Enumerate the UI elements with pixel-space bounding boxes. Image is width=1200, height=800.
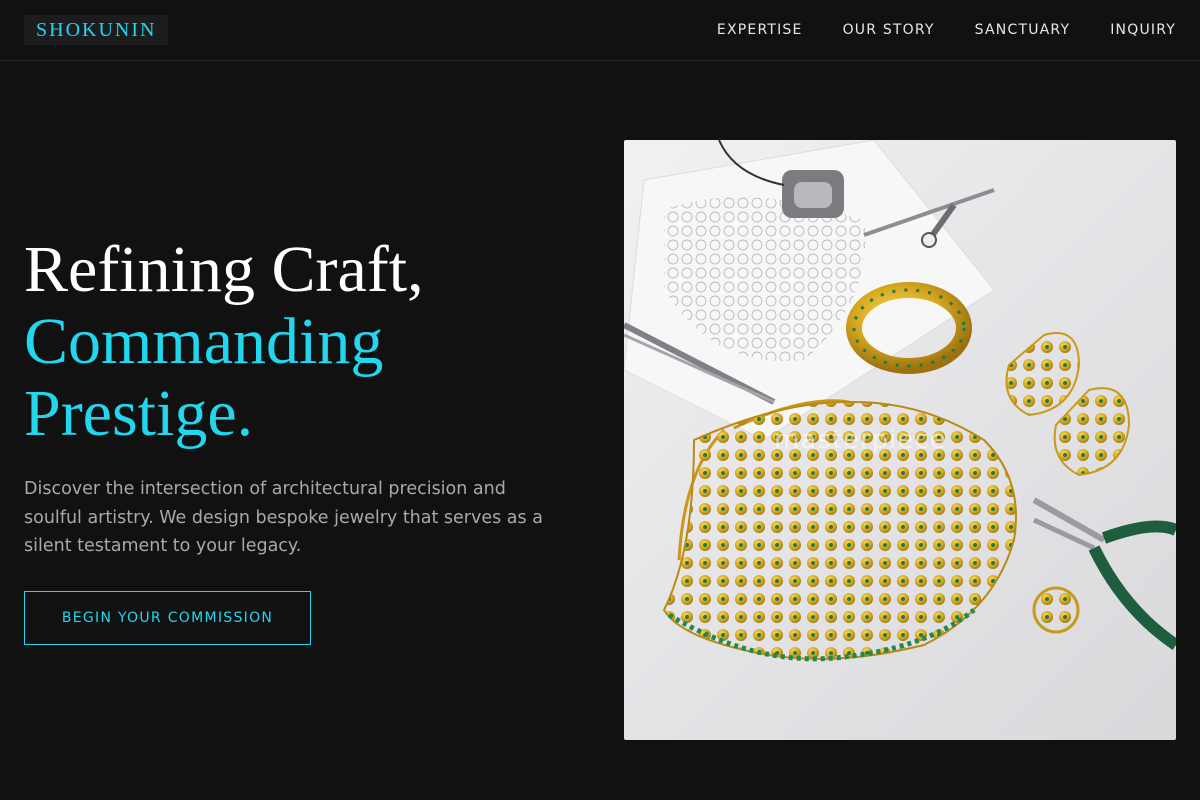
hero-title-line-2: Commanding Prestige.	[24, 305, 384, 450]
brand-logo[interactable]: SHOKUNIN	[24, 15, 169, 45]
begin-commission-button[interactable]: BEGIN YOUR COMMISSION	[24, 591, 311, 645]
site-header: SHOKUNIN EXPERTISE OUR STORY SANCTUARY I…	[0, 0, 1200, 61]
nav-link-inquiry[interactable]: INQUIRY	[1110, 22, 1176, 38]
hero-description: Discover the intersection of architectur…	[24, 479, 543, 556]
hero-title: Refining Craft, Commanding Prestige.	[24, 234, 584, 450]
nav-link-sanctuary[interactable]: SANCTUARY	[975, 22, 1071, 38]
image-watermark: masterpiece	[774, 425, 947, 455]
main-nav: EXPERTISE OUR STORY SANCTUARY INQUIRY	[717, 0, 1176, 60]
hero-title-line-1: Refining Craft,	[24, 233, 424, 306]
nav-link-our-story[interactable]: OUR STORY	[843, 22, 935, 38]
hero-jewelry-image: masterpiece	[624, 140, 1176, 740]
nav-link-expertise[interactable]: EXPERTISE	[717, 22, 803, 38]
